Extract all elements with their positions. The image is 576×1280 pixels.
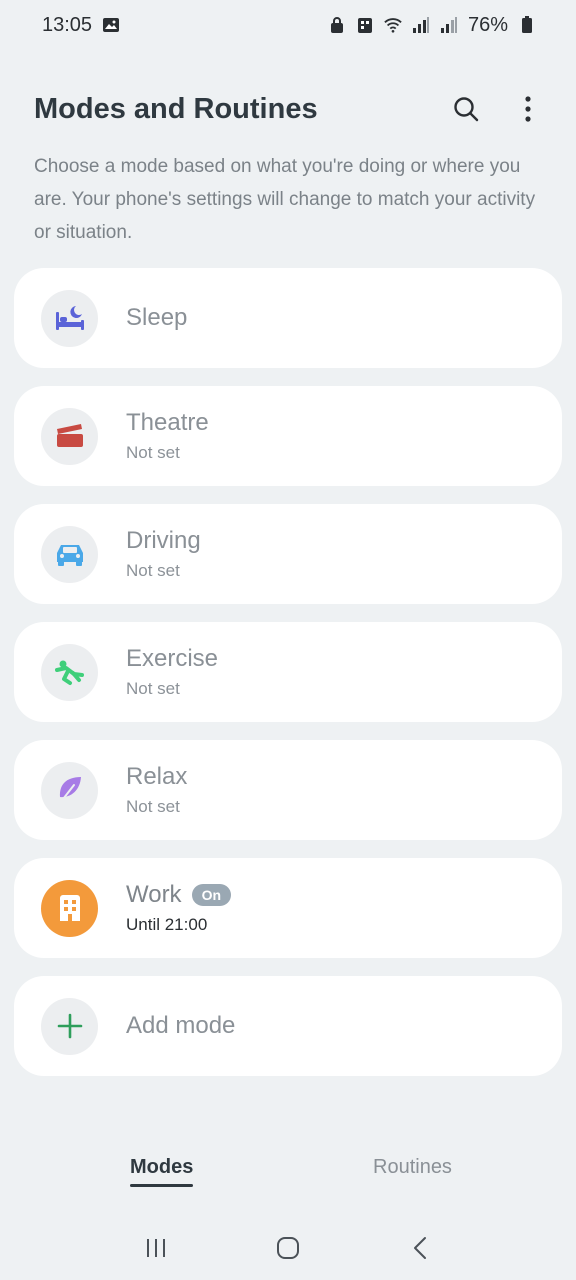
recents-icon [147,1239,165,1257]
signal-icon [412,16,430,34]
recents-button[interactable] [136,1228,176,1268]
back-icon [414,1237,426,1259]
page-title: Modes and Routines [34,92,318,125]
mode-card-exercise[interactable]: Exercise Not set [14,622,562,722]
wifi-icon [384,16,402,34]
building-icon [356,16,374,34]
mode-title: Work [126,881,182,908]
office-building-icon [41,879,98,937]
mode-status: Until 21:00 [126,915,208,934]
battery-icon [518,16,536,34]
system-nav-bar [0,1226,576,1270]
tab-routines[interactable]: Routines [373,1156,452,1179]
plus-icon [41,997,98,1055]
image-icon [102,16,120,34]
status-bar: 13:05 76% [0,0,576,50]
mode-title: Relax [126,763,188,790]
mode-title: Exercise [126,645,219,672]
mode-list: Sleep Theatre Not set Driving Not set Ex… [14,268,562,1094]
mode-card-theatre[interactable]: Theatre Not set [14,386,562,486]
back-button[interactable] [400,1228,440,1268]
status-time: 13:05 [42,13,93,36]
home-button[interactable] [268,1228,308,1268]
page-description: Choose a mode based on what you're doing… [34,156,536,243]
lock-icon [328,16,346,34]
clapperboard-icon [41,407,98,465]
leaf-icon [41,761,98,819]
mode-title: Sleep [126,304,188,331]
car-icon [41,525,98,583]
mode-title: Theatre [126,409,209,436]
signal-icon [440,16,458,34]
tab-modes[interactable]: Modes [130,1156,194,1187]
runner-icon [41,643,98,701]
battery-percent: 76% [467,13,508,36]
add-mode-label: Add mode [126,1012,236,1039]
mode-status: Not set [126,561,180,580]
mode-title: Driving [126,527,201,554]
more-vert-icon [525,96,531,122]
search-icon [454,97,479,122]
mode-card-work[interactable]: Work On Until 21:00 [14,858,562,958]
mode-status: Not set [126,797,180,816]
status-badge: On [191,884,232,906]
bed-icon [41,289,98,347]
app-header: Modes and Routines [34,88,546,130]
mode-card-driving[interactable]: Driving Not set [14,504,562,604]
bottom-tabs: Modes Routines [0,1156,576,1196]
search-button[interactable] [448,91,484,127]
modes-and-routines-screen: 13:05 76% Modes and Routines Choose a mo… [0,0,576,1280]
mode-status: Not set [126,443,180,462]
mode-card-relax[interactable]: Relax Not set [14,740,562,840]
home-icon [277,1237,299,1259]
mode-card-sleep[interactable]: Sleep [14,268,562,368]
mode-status: Not set [126,679,180,698]
add-mode-button[interactable]: Add mode [14,976,562,1076]
more-options-button[interactable] [510,91,546,127]
